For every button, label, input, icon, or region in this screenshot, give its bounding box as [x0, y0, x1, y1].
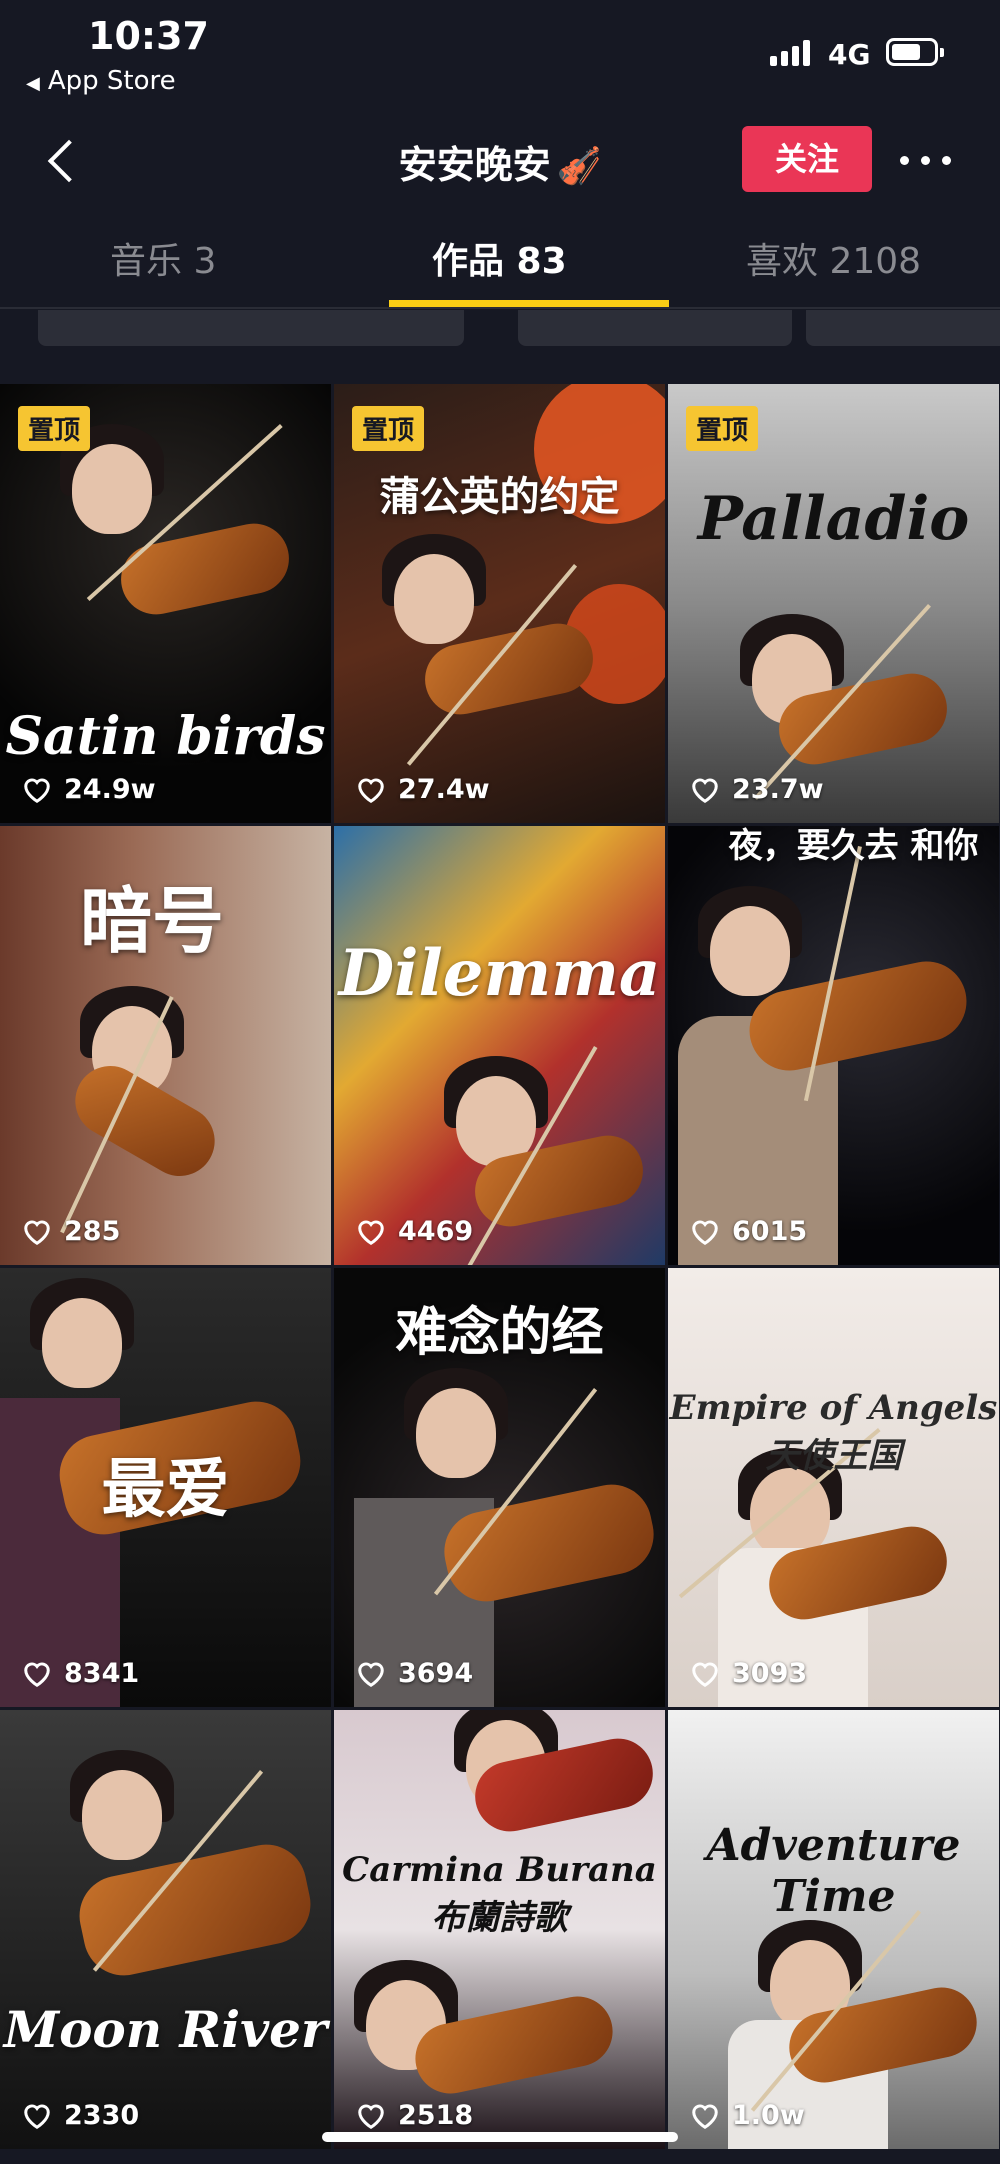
heart-icon	[358, 1662, 384, 1687]
video-caption: Empire of Angels 天使王国	[669, 1388, 998, 1476]
dot-icon	[900, 156, 909, 165]
home-indicator[interactable]	[322, 2132, 678, 2142]
like-count: 3694	[356, 1658, 473, 1689]
video-thumbnail[interactable]: Adventure Time 1.0w	[668, 1710, 999, 2149]
video-caption: 蒲公英的约定	[379, 474, 620, 520]
heart-icon	[692, 2104, 718, 2129]
active-tab-indicator	[389, 300, 669, 307]
like-count: 8341	[22, 1658, 139, 1689]
back-triangle-icon: ◀	[26, 73, 40, 94]
network-label: 4G	[828, 38, 871, 71]
more-options-button[interactable]	[896, 140, 956, 180]
follow-button[interactable]: 关注	[742, 126, 872, 192]
like-count: 4469	[356, 1216, 473, 1247]
profile-tabs: 音乐 3 作品 83 喜欢 2108	[0, 220, 1000, 310]
collection-chip[interactable]	[806, 310, 1000, 346]
like-count: 27.4w	[356, 774, 490, 805]
like-count: 1.0w	[690, 2100, 805, 2131]
heart-icon	[24, 778, 50, 803]
collection-chip[interactable]	[38, 310, 464, 346]
collection-chip[interactable]	[518, 310, 792, 346]
tab-works[interactable]: 作品 83	[432, 232, 567, 284]
violin-icon: 🎻	[556, 146, 602, 187]
divider	[0, 307, 1000, 309]
title-text: 安安晚安	[398, 143, 551, 187]
pinned-badge: 置顶	[352, 406, 425, 451]
video-caption: Dilemma	[338, 936, 661, 1011]
dot-icon	[942, 156, 951, 165]
heart-icon	[358, 2104, 384, 2129]
video-thumbnail[interactable]: 置顶 Palladio 23.7w	[668, 384, 999, 823]
collection-chips	[0, 310, 1000, 350]
video-thumbnail[interactable]: 暗号 285	[0, 826, 331, 1265]
heart-icon	[24, 2104, 50, 2129]
like-count: 3093	[690, 1658, 807, 1689]
video-caption: Moon River	[3, 2000, 328, 2059]
pinned-badge: 置顶	[686, 406, 759, 451]
video-thumbnail[interactable]: Dilemma 4469	[334, 826, 665, 1265]
video-thumbnail[interactable]: Moon River 2330	[0, 1710, 331, 2149]
heart-icon	[358, 778, 384, 803]
video-caption: 难念的经	[395, 1303, 604, 1363]
like-count: 2518	[356, 2100, 473, 2131]
video-caption: 最爱	[101, 1453, 230, 1527]
status-time: 10:37	[88, 14, 209, 58]
heart-icon	[692, 1220, 718, 1245]
like-count: 6015	[690, 1216, 807, 1247]
heart-icon	[24, 1220, 50, 1245]
video-caption: Adventure Time	[706, 1820, 961, 1922]
video-thumbnail[interactable]: Carmina Burana 布蘭詩歌 2518	[334, 1710, 665, 2149]
pinned-badge: 置顶	[18, 406, 91, 451]
heart-icon	[24, 1662, 50, 1687]
heart-icon	[692, 778, 718, 803]
video-thumbnail[interactable]: 难念的经 3694	[334, 1268, 665, 1707]
video-thumbnail[interactable]: 最爱 8341	[0, 1268, 331, 1707]
video-grid: 置顶 Satin birds 24.9w 置顶 蒲公英的约定 27.4w 置顶 …	[0, 384, 1000, 2164]
video-caption: Carmina Burana 布蘭詩歌	[342, 1850, 657, 1938]
dot-icon	[921, 156, 930, 165]
video-thumbnail[interactable]: Empire of Angels 天使王国 3093	[668, 1268, 999, 1707]
video-caption: Palladio	[697, 484, 970, 554]
video-caption: 夜，要久去 和你	[728, 826, 979, 866]
like-count: 285	[22, 1216, 120, 1247]
video-caption: 暗号	[80, 879, 225, 963]
like-count: 24.9w	[22, 774, 156, 805]
like-count: 2330	[22, 2100, 139, 2131]
battery-icon	[886, 38, 944, 66]
battery-level	[892, 44, 920, 60]
like-count: 23.7w	[690, 774, 824, 805]
video-caption: Satin birds	[5, 706, 326, 767]
video-thumbnail[interactable]: 置顶 蒲公英的约定 27.4w	[334, 384, 665, 823]
status-bar: 10:37 ◀ App Store 4G	[0, 0, 1000, 110]
tab-music[interactable]: 音乐 3	[110, 232, 216, 284]
signal-icon	[770, 38, 814, 66]
back-app-label: App Store	[47, 66, 176, 96]
tab-likes[interactable]: 喜欢 2108	[746, 232, 921, 284]
profile-header: 安安晚安 🎻 关注	[0, 110, 1000, 220]
back-to-app-link[interactable]: ◀ App Store	[26, 66, 176, 96]
video-thumbnail[interactable]: 置顶 Satin birds 24.9w	[0, 384, 331, 823]
video-thumbnail[interactable]: 夜，要久去 和你 6015	[668, 826, 999, 1265]
heart-icon	[358, 1220, 384, 1245]
heart-icon	[692, 1662, 718, 1687]
